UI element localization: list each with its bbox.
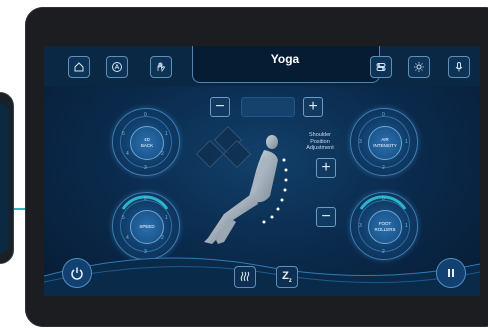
dial-number: 1 (165, 131, 168, 137)
voice-button[interactable] (448, 56, 470, 78)
sleep-icon: Zz (282, 269, 292, 285)
auto-mode-button[interactable] (106, 56, 128, 78)
settings-toggle-icon (376, 63, 386, 71)
dial-number: 3 (144, 165, 147, 171)
shoulder-down-button[interactable]: − (316, 207, 336, 227)
dial-number: 1 (405, 223, 408, 229)
microphone-icon (455, 62, 463, 72)
top-minus-button[interactable]: − (210, 97, 230, 117)
auto-mode-icon (112, 62, 122, 72)
manual-mode-button[interactable] (150, 56, 172, 78)
top-plus-button[interactable]: + (303, 97, 323, 117)
air-intensity-dial[interactable]: 0 1 2 3 AIR INTENSITY (350, 108, 418, 176)
home-button[interactable] (68, 56, 90, 78)
back-dial-label: 4D BACK (130, 126, 164, 160)
heat-button[interactable] (234, 266, 256, 288)
shoulder-up-button[interactable]: + (316, 158, 336, 178)
air-intensity-label: AIR INTENSITY (368, 126, 402, 160)
home-icon (74, 62, 84, 72)
dial-number: 0 (382, 112, 385, 118)
settings-toggle-button[interactable] (370, 56, 392, 78)
dial-number: 0 (382, 196, 385, 202)
pause-button[interactable] (436, 258, 466, 288)
back-dial[interactable]: 0 1 2 3 4 5 4D BACK (112, 108, 180, 176)
dial-number: 2 (382, 165, 385, 171)
body-figure-illustration (204, 135, 288, 244)
dial-number: 0 (144, 196, 147, 202)
program-title: Yoga (270, 52, 300, 66)
sleep-button[interactable]: Zz (276, 266, 298, 288)
controller-screen: Yoga − + 0 1 2 3 4 5 4D BACK 0 1 2 3 4 5… (44, 46, 480, 296)
heat-icon (240, 271, 250, 282)
level-display (241, 97, 295, 117)
dial-number: 3 (359, 223, 362, 229)
power-button[interactable] (62, 258, 92, 288)
background-device (0, 92, 14, 264)
pause-icon (448, 269, 454, 277)
bottom-wave-decoration (44, 257, 480, 296)
dial-number: 1 (405, 139, 408, 145)
power-icon (71, 267, 83, 280)
light-icon (414, 62, 424, 72)
light-button[interactable] (408, 56, 430, 78)
dial-number: 0 (144, 112, 147, 118)
dial-number: 5 (122, 215, 125, 221)
hand-massage-icon (157, 62, 165, 73)
dial-number: 5 (122, 131, 125, 137)
dial-number: 3 (359, 139, 362, 145)
shoulder-adjust-label: Shoulder Position Adjustment (306, 132, 334, 151)
dial-number: 4 (126, 151, 129, 157)
dial-number: 1 (165, 215, 168, 221)
